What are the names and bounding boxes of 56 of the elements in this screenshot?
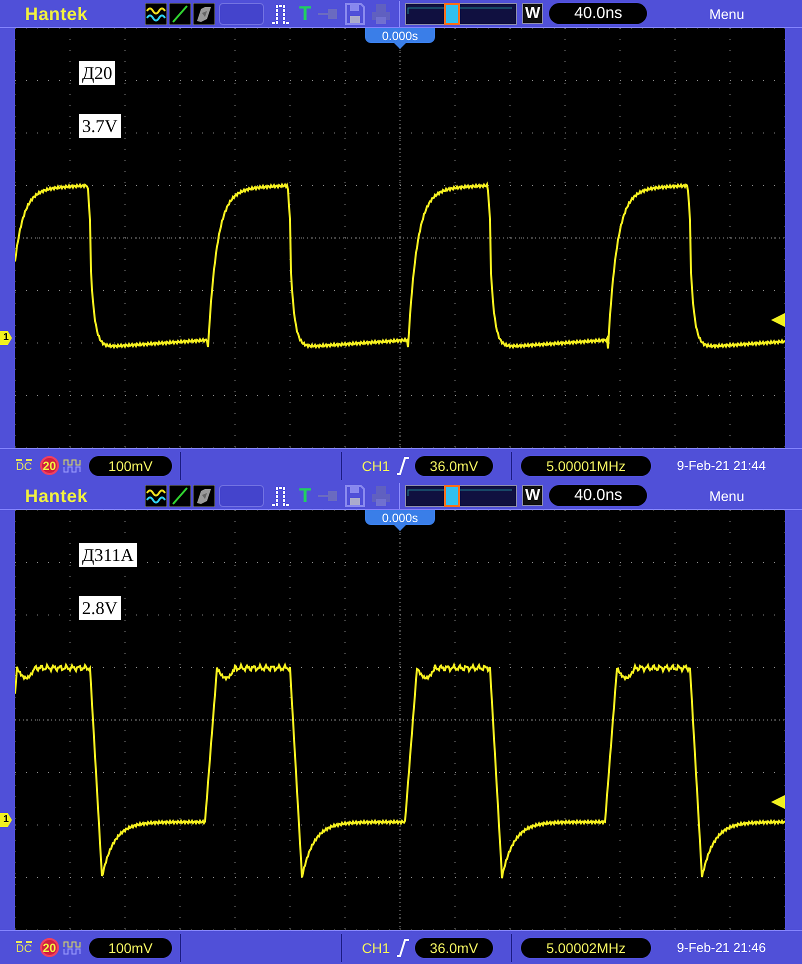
pulse-icon bbox=[271, 484, 291, 506]
annotation-label: 2.8V bbox=[79, 596, 120, 620]
save-icon bbox=[345, 2, 366, 24]
bandwidth-limit-badge: 20 bbox=[40, 456, 59, 475]
line-icon bbox=[169, 484, 191, 506]
rising-edge-icon bbox=[396, 456, 410, 474]
frequency-readout: 5.00001MHz bbox=[520, 456, 651, 476]
trigger-source-label: CH1 bbox=[362, 940, 390, 954]
trigger-level-icon bbox=[771, 795, 785, 809]
plug-icon bbox=[317, 8, 340, 20]
trigger-level-readout: 36.0mV bbox=[414, 456, 493, 476]
save-icon bbox=[345, 484, 366, 506]
timebase-readout: 40.0ns bbox=[549, 3, 648, 24]
annotation-label: Д20 bbox=[79, 61, 116, 85]
pulse-icon bbox=[271, 2, 291, 24]
rising-edge-icon bbox=[396, 938, 410, 956]
menu-button[interactable]: Menu bbox=[709, 6, 744, 20]
waveform-icon bbox=[145, 484, 167, 506]
trigger-mode-label: T bbox=[299, 486, 312, 506]
bandwidth-limit-badge: 20 bbox=[40, 938, 59, 957]
brand-logo: Hantek bbox=[25, 486, 89, 504]
persistence-icon bbox=[193, 484, 215, 506]
coupling-label: DC bbox=[16, 458, 32, 472]
wave-invert-icon bbox=[62, 940, 83, 956]
timebase-readout: 40.0ns bbox=[549, 485, 648, 506]
wave-invert-icon bbox=[62, 458, 83, 474]
channel-marker: 1 bbox=[0, 331, 12, 345]
annotation-label: 3.7V bbox=[79, 114, 120, 138]
waveform-icon bbox=[145, 2, 167, 24]
print-icon bbox=[371, 2, 392, 24]
date-time: 9-Feb-21 21:44 bbox=[676, 459, 766, 472]
empty-slot bbox=[219, 2, 264, 24]
volts-div-readout: 100mV bbox=[88, 938, 172, 958]
waveform-overview-icon bbox=[405, 484, 518, 506]
empty-slot bbox=[219, 484, 264, 506]
date-time: 9-Feb-21 21:46 bbox=[676, 941, 766, 954]
zoom-button[interactable]: W bbox=[522, 3, 544, 24]
trigger-pointer-icon bbox=[394, 43, 406, 49]
zoom-button[interactable]: W bbox=[522, 485, 544, 506]
trigger-level-readout: 36.0mV bbox=[414, 938, 493, 958]
channel-marker: 1 bbox=[0, 813, 12, 827]
trigger-pointer-icon bbox=[394, 525, 406, 531]
volts-div-readout: 100mV bbox=[88, 456, 172, 476]
trigger-level-icon bbox=[771, 313, 785, 327]
frequency-readout: 5.00002MHz bbox=[520, 938, 651, 958]
waveform-overview-icon bbox=[405, 2, 518, 24]
persistence-icon bbox=[193, 2, 215, 24]
brand-logo: Hantek bbox=[25, 4, 89, 22]
annotation-label: Д311А bbox=[79, 543, 137, 567]
print-icon bbox=[371, 484, 392, 506]
line-icon bbox=[169, 2, 191, 24]
plug-icon bbox=[317, 490, 340, 502]
coupling-label: DC bbox=[16, 940, 32, 954]
trigger-source-label: CH1 bbox=[362, 458, 390, 472]
trigger-mode-label: T bbox=[299, 4, 312, 24]
menu-button[interactable]: Menu bbox=[709, 488, 744, 502]
